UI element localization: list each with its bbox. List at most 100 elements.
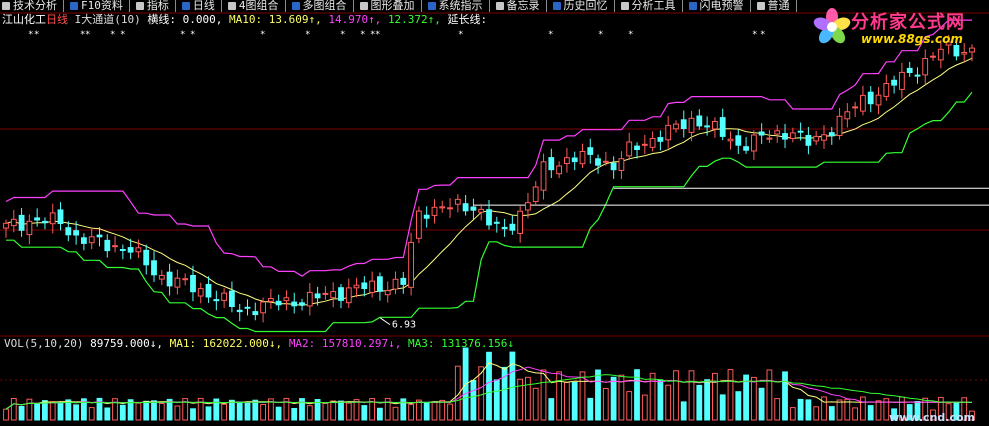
upper-channel-line <box>5 19 972 277</box>
volume-bar <box>322 402 329 421</box>
candle-body <box>719 117 726 137</box>
logo-site-url[interactable]: www.88gs.com <box>861 32 963 46</box>
volume-bar <box>548 398 555 421</box>
volume-bar <box>805 399 812 421</box>
volume-bar <box>665 384 672 421</box>
volume-bar <box>338 400 344 421</box>
volume-bar <box>688 370 695 421</box>
candle-body <box>151 260 157 276</box>
candle-body <box>65 227 72 236</box>
volume-bar <box>49 401 56 421</box>
candle-body <box>899 71 905 90</box>
signal-star-icon: * <box>628 30 633 40</box>
candle-body <box>213 299 220 302</box>
volume-bar <box>719 394 726 421</box>
candle-body <box>712 121 718 130</box>
candle-body <box>789 132 796 139</box>
candle-body <box>844 111 851 120</box>
volume-bar <box>221 403 227 421</box>
candle-body <box>135 247 142 253</box>
candle-body <box>930 55 936 58</box>
candle-body <box>665 124 672 141</box>
candle-body <box>322 292 329 295</box>
volume-bar <box>797 398 804 421</box>
candle-body <box>190 275 196 293</box>
candle-body <box>260 301 267 314</box>
volume-bar <box>735 391 742 421</box>
candle-body <box>470 206 477 211</box>
volume-bar <box>470 380 477 421</box>
volume-bar <box>649 372 656 421</box>
volume-bar <box>447 403 453 421</box>
ma10-line <box>5 57 973 307</box>
volume-bar <box>540 369 547 421</box>
volume-bar <box>377 407 383 421</box>
candle-body <box>626 141 633 157</box>
candle-body <box>641 143 648 146</box>
volume-bar <box>774 398 781 421</box>
candle-body <box>813 135 820 142</box>
candle-body <box>416 210 422 239</box>
volume-bar <box>423 401 430 421</box>
volume-bar <box>766 369 773 421</box>
volume-bar <box>556 371 563 421</box>
candle-body <box>439 206 446 209</box>
volume-bar <box>236 401 243 421</box>
volume-bar <box>727 369 734 421</box>
candle-body <box>493 221 500 224</box>
volume-bar <box>657 379 664 421</box>
candle-body <box>158 275 165 280</box>
candle-body <box>447 207 453 210</box>
signal-star-icon: * <box>548 30 553 40</box>
signal-star-icon: * <box>110 30 115 40</box>
candle-body <box>696 115 703 127</box>
candle-body <box>688 117 695 133</box>
candle-body <box>57 209 64 224</box>
volume-bar <box>119 404 126 421</box>
volume-bar <box>158 403 165 421</box>
candle-body <box>704 125 711 128</box>
volume-bar <box>813 406 820 421</box>
volume-bar <box>361 405 368 421</box>
volume-bar <box>828 406 835 421</box>
volume-bar <box>587 397 594 421</box>
volume-bar <box>151 400 157 421</box>
candle-body <box>782 133 788 140</box>
candle-body <box>602 160 609 163</box>
candle-body <box>377 276 383 292</box>
candle-body <box>618 158 625 171</box>
candle-body <box>431 206 438 216</box>
candle-body <box>314 293 321 299</box>
candle-body <box>610 162 617 171</box>
candle-body <box>883 83 890 97</box>
candle-body <box>743 146 750 151</box>
volume-bar <box>751 376 757 421</box>
volume-bar <box>392 406 399 421</box>
candle-body <box>587 147 594 155</box>
site-logo: 分析家公式网 www.88gs.com <box>813 6 981 52</box>
candle-body <box>532 186 539 202</box>
volume-bar <box>782 371 788 421</box>
candle-body <box>88 236 95 244</box>
volume-bar <box>579 371 586 421</box>
candle-body <box>345 287 352 304</box>
candle-body <box>81 237 87 244</box>
candle-body <box>579 151 586 165</box>
volume-bar <box>509 351 516 421</box>
candle-body <box>182 278 189 281</box>
candle-body <box>836 115 843 137</box>
candle-body <box>361 282 368 289</box>
volume-bar <box>836 399 843 421</box>
candle-body <box>571 157 578 163</box>
candle-body <box>34 217 41 221</box>
candle-body <box>860 94 866 112</box>
volume-bar <box>704 379 711 421</box>
candle-body <box>244 306 251 309</box>
volume-bar <box>174 405 181 421</box>
volume-bar <box>306 405 313 421</box>
signal-star-icon: * <box>120 30 125 40</box>
volume-bar <box>229 399 235 421</box>
candle-body <box>205 284 212 298</box>
candle-body <box>330 291 337 299</box>
price-volume-chart[interactable]: 6.93* * * * * * * * * * * * * * * * * * * * <box>0 0 989 426</box>
